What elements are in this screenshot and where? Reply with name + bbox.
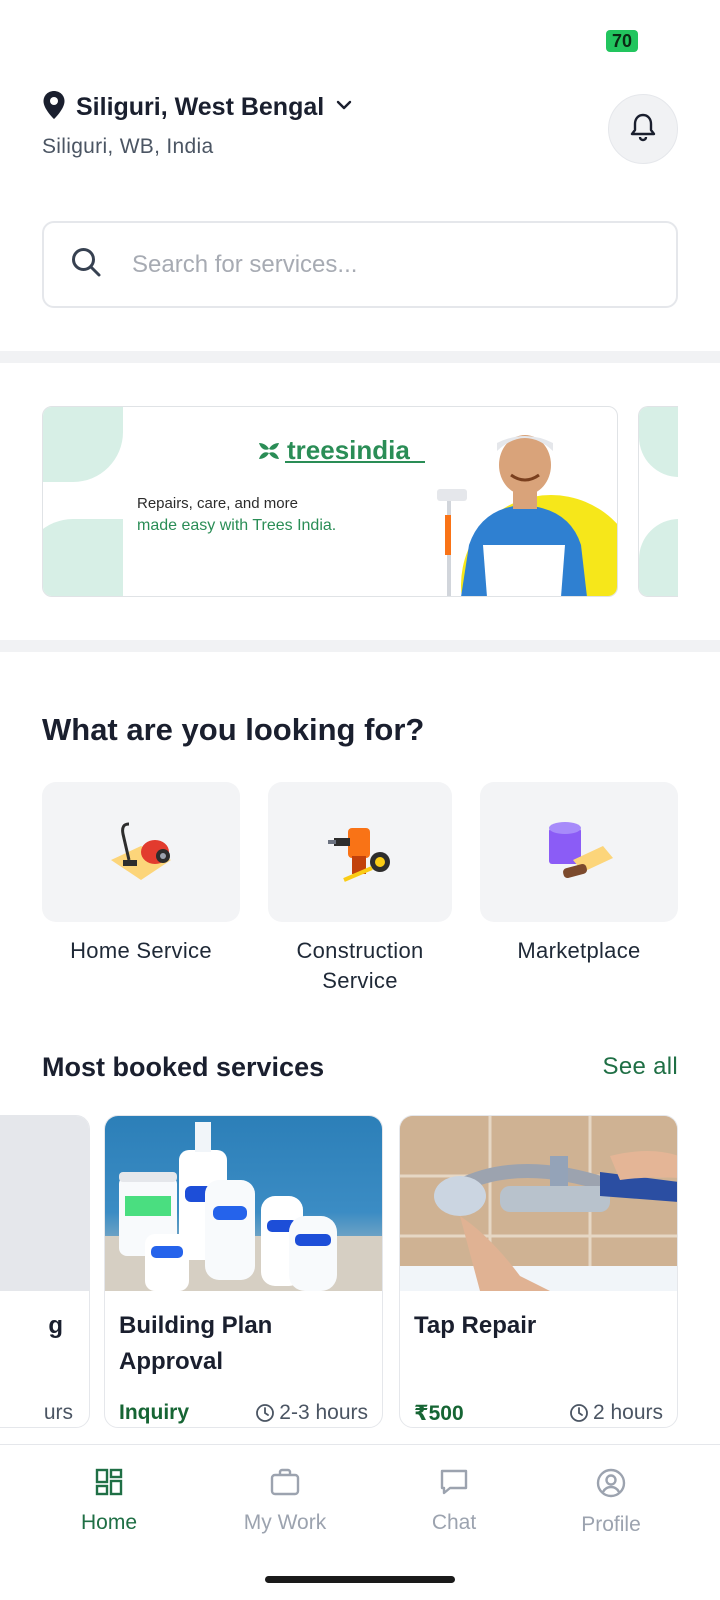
leaf-logo-icon	[259, 442, 279, 459]
category-home-service[interactable]	[42, 782, 240, 922]
service-time: 2-3 hours	[279, 1401, 368, 1424]
service-image	[0, 1116, 89, 1291]
service-price: ₹500	[414, 1402, 464, 1425]
vacuum-icon	[111, 822, 171, 880]
category-label: Construction Service	[296, 938, 424, 993]
skincare-bottles-image	[105, 1122, 382, 1291]
clock-icon	[570, 1404, 588, 1422]
banner-tagline-1: Repairs, care, and more	[137, 495, 298, 512]
service-price: Inquiry	[119, 1401, 190, 1424]
painter-illustration	[437, 435, 617, 596]
see-all-link[interactable]: See all	[603, 1053, 678, 1081]
banner-decoration	[639, 519, 678, 596]
battery-indicator: 70	[606, 30, 638, 52]
drill-icon	[328, 828, 390, 882]
location-pin-icon	[42, 90, 66, 125]
promo-banner-next[interactable]	[638, 406, 678, 597]
categories-title: What are you looking for?	[42, 712, 425, 747]
nav-label: Profile	[581, 1513, 641, 1536]
nav-my-work[interactable]: My Work	[215, 1467, 355, 1535]
home-indicator	[265, 1576, 455, 1583]
category-label: Marketplace	[517, 938, 641, 963]
service-card[interactable]: Building Plan Approval Inquiry 2-3 hours	[104, 1115, 383, 1428]
location-header: Siliguri, West Bengal Siliguri, WB, Indi…	[42, 90, 678, 180]
category-construction-service[interactable]	[268, 782, 452, 922]
search-bar[interactable]	[42, 221, 678, 308]
tap-repair-image	[400, 1116, 677, 1291]
location-selector[interactable]: Siliguri, West Bengal	[42, 90, 678, 125]
service-image	[105, 1116, 382, 1291]
nav-label: Home	[80, 1511, 138, 1534]
nav-home[interactable]: Home	[39, 1467, 179, 1535]
chat-icon	[440, 1469, 468, 1495]
banner-decoration	[639, 407, 678, 477]
bell-icon	[629, 112, 657, 147]
service-image	[400, 1116, 677, 1291]
service-title: Tap Repair	[414, 1312, 537, 1339]
service-card[interactable]: g urs	[0, 1115, 90, 1428]
notifications-button[interactable]	[608, 94, 678, 164]
category-marketplace[interactable]	[480, 782, 678, 922]
service-title: Building Plan Approval	[119, 1312, 273, 1375]
banner-decoration	[43, 407, 123, 482]
section-divider	[0, 640, 720, 652]
grid-icon	[95, 1468, 123, 1496]
location-subtitle: Siliguri, WB, India	[42, 135, 214, 158]
service-duration: 2 hours	[569, 1401, 663, 1425]
briefcase-icon	[270, 1468, 300, 1496]
promo-banner[interactable]: treesindia Repairs, care, and more made …	[42, 406, 618, 597]
user-icon	[596, 1468, 626, 1498]
search-icon	[70, 246, 102, 283]
section-divider	[0, 351, 720, 363]
location-title: Siliguri, West Bengal	[76, 93, 325, 121]
service-duration: 2-3 hours	[255, 1401, 368, 1425]
banner-decoration	[43, 519, 123, 596]
brand-underline	[285, 461, 425, 463]
service-title: g	[48, 1312, 63, 1339]
category-label: Home Service	[70, 938, 212, 963]
nav-label: My Work	[243, 1511, 327, 1534]
banner-tagline-2: made easy with Trees India.	[137, 517, 337, 534]
most-booked-title: Most booked services	[42, 1052, 325, 1082]
nav-chat[interactable]: Chat	[384, 1467, 524, 1535]
paint-icon	[549, 822, 613, 879]
clock-icon	[256, 1404, 275, 1422]
service-card[interactable]: Tap Repair ₹500 2 hours	[399, 1115, 678, 1428]
status-bar: 70	[0, 0, 720, 80]
nav-label: Chat	[431, 1511, 477, 1534]
chevron-down-icon	[334, 95, 354, 120]
service-time: 2 hours	[592, 1401, 663, 1424]
search-input[interactable]	[132, 250, 612, 279]
service-time: urs	[43, 1401, 73, 1424]
nav-profile[interactable]: Profile	[541, 1467, 681, 1537]
